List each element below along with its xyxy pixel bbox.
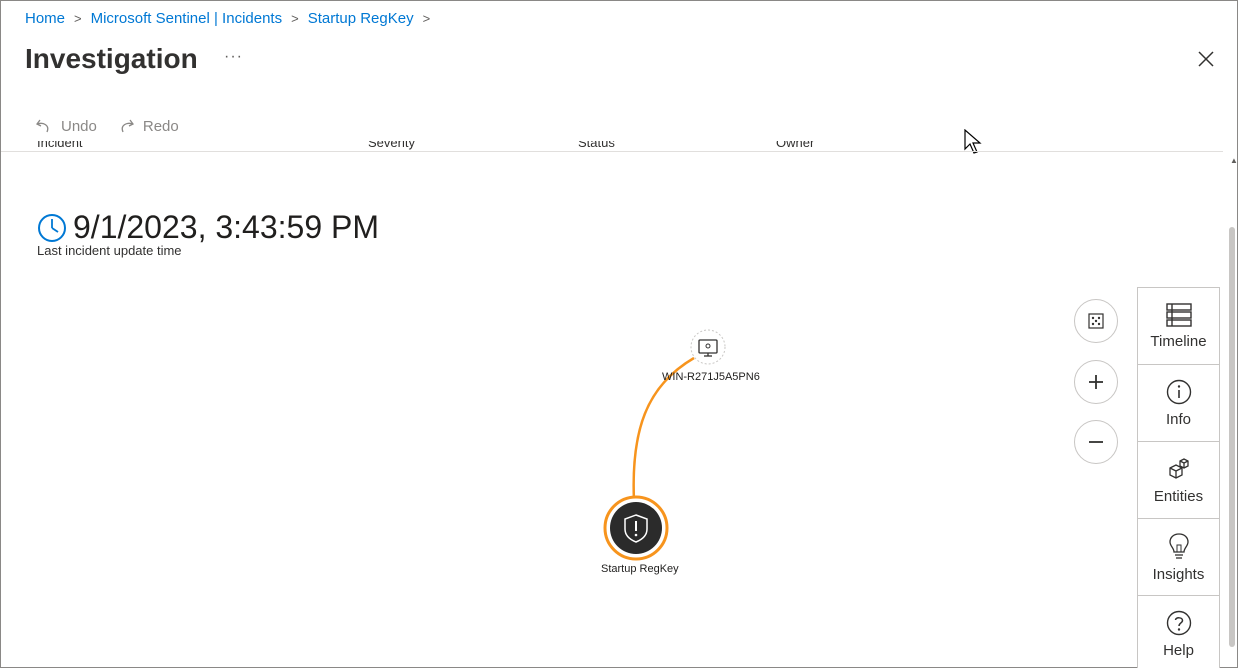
side-panel-info-label: Info <box>1165 410 1192 428</box>
side-panel-entities[interactable]: Entities <box>1138 442 1219 519</box>
host-node[interactable] <box>690 329 726 365</box>
fit-to-screen-button[interactable] <box>1074 299 1118 343</box>
side-panel-insights[interactable]: Insights <box>1138 519 1219 596</box>
side-panel-timeline-label: Timeline <box>1150 332 1207 350</box>
entities-icon <box>1168 457 1189 479</box>
side-panel-info[interactable]: Info <box>1138 365 1219 442</box>
side-panel: Timeline Info Entities Insights Help <box>1137 287 1220 668</box>
zoom-out-button[interactable] <box>1074 420 1118 464</box>
host-node-label: WIN-R271J5A5PN6 <box>662 371 760 383</box>
side-panel-help[interactable]: Help <box>1138 596 1219 668</box>
side-panel-timeline[interactable]: Timeline <box>1138 288 1219 365</box>
zoom-in-button[interactable] <box>1074 360 1118 404</box>
vertical-scrollbar[interactable] <box>1229 227 1235 647</box>
info-icon <box>1166 379 1191 404</box>
zoom-out-icon <box>1089 441 1103 443</box>
side-panel-insights-label: Insights <box>1152 565 1205 583</box>
timeline-icon <box>1165 302 1192 327</box>
alert-node-label: Startup RegKey <box>601 563 679 575</box>
alert-node[interactable] <box>603 495 669 561</box>
side-panel-help-label: Help <box>1163 642 1194 659</box>
zoom-in-icon <box>1089 375 1103 389</box>
computer-icon <box>698 339 718 357</box>
fit-to-screen-icon <box>1088 313 1104 329</box>
lightbulb-icon <box>1168 532 1189 559</box>
help-icon <box>1166 610 1191 636</box>
side-panel-entities-label: Entities <box>1153 487 1204 505</box>
